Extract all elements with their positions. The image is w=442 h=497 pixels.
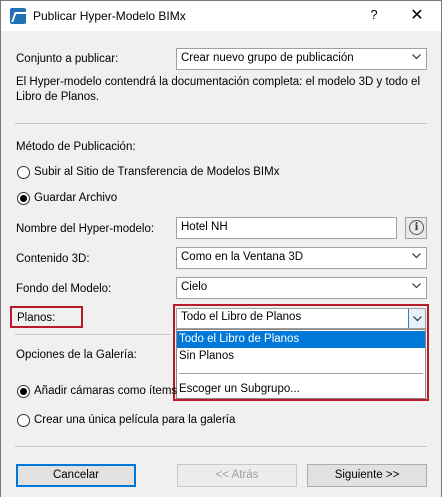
model-name-value: Hotel NH xyxy=(181,221,228,233)
plans-select[interactable]: Todo el Libro de Planos xyxy=(176,308,426,329)
plans-label: Planos: xyxy=(17,312,56,324)
gallery-heading: Opciones de la Galería: xyxy=(16,349,137,361)
content-3d-select[interactable]: Como en la Ventana 3D xyxy=(176,247,427,269)
chevron-down-icon xyxy=(412,253,421,261)
publish-set-description: El Hyper-modelo contendrá la documentaci… xyxy=(16,76,420,103)
publish-set-label: Conjunto a publicar: xyxy=(16,53,119,65)
model-name-label: Nombre del Hyper-modelo: xyxy=(16,223,155,235)
window-title: Publicar Hyper-Modelo BIMx xyxy=(33,9,186,23)
dropdown-separator xyxy=(179,373,423,374)
radio-upload-label: Subir al Sitio de Transferencia de Model… xyxy=(34,166,280,178)
next-button[interactable]: Siguiente >> xyxy=(307,464,427,487)
bimx-app-icon xyxy=(10,8,26,24)
dialog-window: Publicar Hyper-Modelo BIMx ? ✕ Conjunto … xyxy=(0,0,442,497)
dropdown-item-subgroup[interactable]: Escoger un Subgrupo... xyxy=(177,381,425,398)
radio-save-file-label: Guardar Archivo xyxy=(34,192,118,204)
background-value: Cielo xyxy=(181,281,208,293)
radio-upload[interactable] xyxy=(17,166,30,179)
plans-dropdown-list: Todo el Libro de Planos Sin Planos Escog… xyxy=(176,329,426,399)
radio-single-movie[interactable] xyxy=(17,414,30,427)
help-button[interactable]: ? xyxy=(367,7,381,22)
method-heading: Método de Publicación: xyxy=(16,141,136,153)
info-icon: i xyxy=(409,220,424,235)
separator xyxy=(15,123,427,124)
content-3d-value: Como en la Ventana 3D xyxy=(181,251,304,263)
dropdown-item-all-plans[interactable]: Todo el Libro de Planos xyxy=(177,331,425,348)
dropdown-item-no-plans[interactable]: Sin Planos xyxy=(177,348,425,365)
chevron-down-icon xyxy=(412,283,421,291)
back-button[interactable]: << Atrás xyxy=(177,464,297,487)
radio-add-cameras-label: Añadir cámaras como ítems xyxy=(34,385,178,397)
model-name-input[interactable]: Hotel NH xyxy=(176,217,397,239)
chevron-down-icon xyxy=(412,54,421,62)
plans-value: Todo el Libro de Planos xyxy=(181,311,302,323)
cancel-button[interactable]: Cancelar xyxy=(16,464,136,487)
radio-single-movie-label: Crear una única película para la galería xyxy=(34,414,236,426)
separator xyxy=(15,446,427,447)
info-button[interactable]: i xyxy=(405,217,427,239)
content-3d-label: Contenido 3D: xyxy=(16,253,90,265)
close-icon[interactable]: ✕ xyxy=(409,5,425,25)
publish-set-value: Crear nuevo grupo de publicación xyxy=(181,52,354,64)
background-label: Fondo del Modelo: xyxy=(16,283,112,295)
radio-add-cameras[interactable] xyxy=(17,385,30,398)
background-select[interactable]: Cielo xyxy=(176,277,427,299)
publish-set-select[interactable]: Crear nuevo grupo de publicación xyxy=(176,48,427,70)
separator xyxy=(15,334,171,335)
radio-save-file[interactable] xyxy=(17,192,30,205)
chevron-down-icon xyxy=(408,309,425,328)
dialog-content: Conjunto a publicar: Crear nuevo grupo d… xyxy=(1,31,441,497)
title-bar: Publicar Hyper-Modelo BIMx ? ✕ xyxy=(1,1,441,31)
